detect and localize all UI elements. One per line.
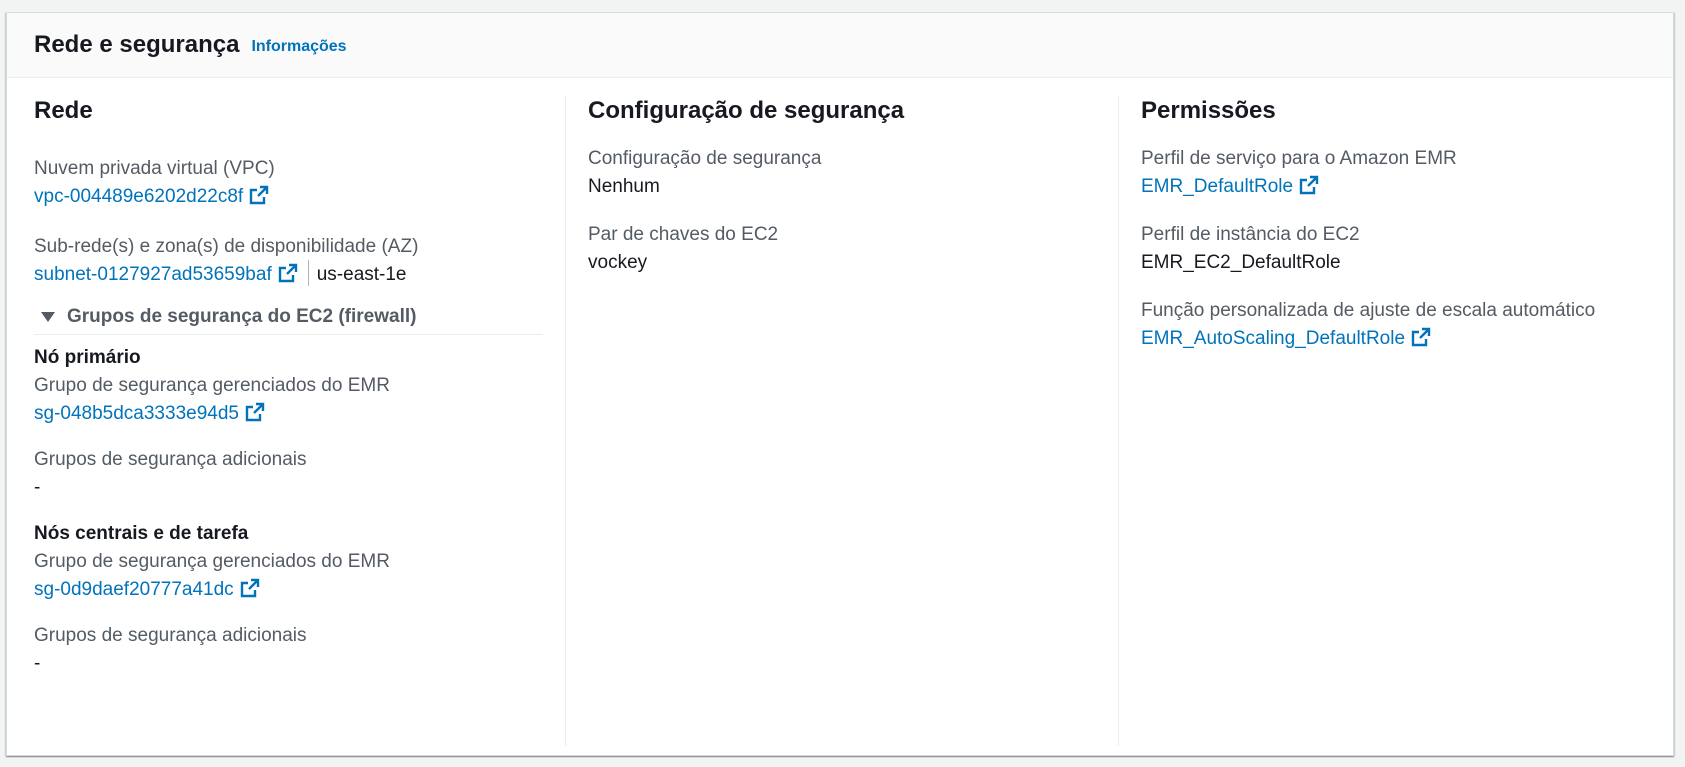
external-link-icon[interactable] [1411, 327, 1431, 347]
keypair-value: vockey [588, 252, 648, 273]
panel-title: Rede e segurança [34, 31, 240, 58]
security-config-field: Configuração de segurança Nenhum [588, 146, 1096, 202]
service-role-row: EMR_DefaultRole [1141, 172, 1651, 202]
primary-node-group: Nó primário Grupo de segurança gerenciad… [34, 345, 543, 503]
autoscaling-role-row: EMR_AutoScaling_DefaultRole [1141, 324, 1651, 354]
subnet-value-row: subnet-0127927ad53659baf us-east-1e [34, 260, 543, 290]
external-link-icon[interactable] [278, 263, 298, 283]
subnet-label: Sub-rede(s) e zona(s) de disponibilidade… [34, 236, 419, 257]
vpc-value-row: vpc-004489e6202d22c8f [34, 182, 543, 212]
expander-label: Grupos de segurança do EC2 (firewall) [67, 306, 417, 327]
keypair-field: Par de chaves do EC2 vockey [588, 222, 1096, 278]
service-role-label: Perfil de serviço para o Amazon EMR [1141, 148, 1457, 169]
network-security-panel: Rede e segurança Informações Rede Nuvem … [6, 12, 1674, 756]
primary-additional-value: - [34, 477, 41, 498]
autoscaling-role-label: Função personalizada de ajuste de escala… [1141, 300, 1596, 321]
external-link-icon[interactable] [1299, 175, 1319, 195]
primary-node-title: Nó primário [34, 347, 141, 368]
instance-profile-field: Perfil de instância do EC2 EMR_EC2_Defau… [1141, 222, 1651, 278]
info-link[interactable]: Informações [251, 34, 346, 56]
security-config-value: Nenhum [588, 176, 660, 197]
primary-managed-label: Grupo de segurança gerenciados do EMR [34, 375, 390, 396]
caret-down-icon [41, 312, 55, 322]
core-managed-label: Grupo de segurança gerenciados do EMR [34, 551, 390, 572]
keypair-label: Par de chaves do EC2 [588, 224, 779, 245]
core-additional-label: Grupos de segurança adicionais [34, 625, 307, 646]
core-managed-row: sg-0d9daef20777a41dc [34, 575, 543, 605]
subnet-field: Sub-rede(s) e zona(s) de disponibilidade… [34, 234, 543, 290]
primary-managed-row: sg-048b5dca3333e94d5 [34, 399, 543, 429]
instance-profile-label: Perfil de instância do EC2 [1141, 224, 1360, 245]
external-link-icon[interactable] [249, 185, 269, 205]
vpc-link[interactable]: vpc-004489e6202d22c8f [34, 186, 243, 207]
autoscaling-role-link[interactable]: EMR_AutoScaling_DefaultRole [1141, 328, 1405, 349]
autoscaling-role-field: Função personalizada de ajuste de escala… [1141, 298, 1651, 354]
divider [307, 260, 309, 286]
permissions-title: Permissões [1141, 97, 1276, 124]
columns: Rede Nuvem privada virtual (VPC) vpc-004… [7, 78, 1673, 746]
security-config-title: Configuração de segurança [588, 97, 905, 124]
core-additional-value: - [34, 653, 41, 674]
network-column: Rede Nuvem privada virtual (VPC) vpc-004… [7, 96, 565, 746]
az-value: us-east-1e [316, 264, 407, 285]
security-config-label: Configuração de segurança [588, 148, 822, 169]
core-node-title: Nós centrais e de tarefa [34, 523, 249, 544]
network-title: Rede [34, 97, 93, 124]
primary-additional-label: Grupos de segurança adicionais [34, 449, 307, 470]
vpc-field: Nuvem privada virtual (VPC) vpc-004489e6… [34, 156, 543, 212]
permissions-column: Permissões Perfil de serviço para o Amaz… [1118, 96, 1673, 746]
service-role-link[interactable]: EMR_DefaultRole [1141, 176, 1293, 197]
panel-header: Rede e segurança Informações [7, 13, 1673, 78]
core-node-group: Nós centrais e de tarefa Grupo de segura… [34, 521, 543, 679]
primary-sg-link[interactable]: sg-048b5dca3333e94d5 [34, 403, 239, 424]
subnet-link[interactable]: subnet-0127927ad53659baf [34, 264, 272, 285]
external-link-icon[interactable] [240, 578, 260, 598]
external-link-icon[interactable] [245, 402, 265, 422]
security-config-column: Configuração de segurança Configuração d… [565, 96, 1118, 746]
vpc-label: Nuvem privada virtual (VPC) [34, 158, 275, 179]
core-sg-link[interactable]: sg-0d9daef20777a41dc [34, 579, 234, 600]
instance-profile-value: EMR_EC2_DefaultRole [1141, 252, 1341, 273]
security-groups-expander[interactable]: Grupos de segurança do EC2 (firewall) [34, 300, 543, 335]
service-role-field: Perfil de serviço para o Amazon EMR EMR_… [1141, 146, 1651, 202]
